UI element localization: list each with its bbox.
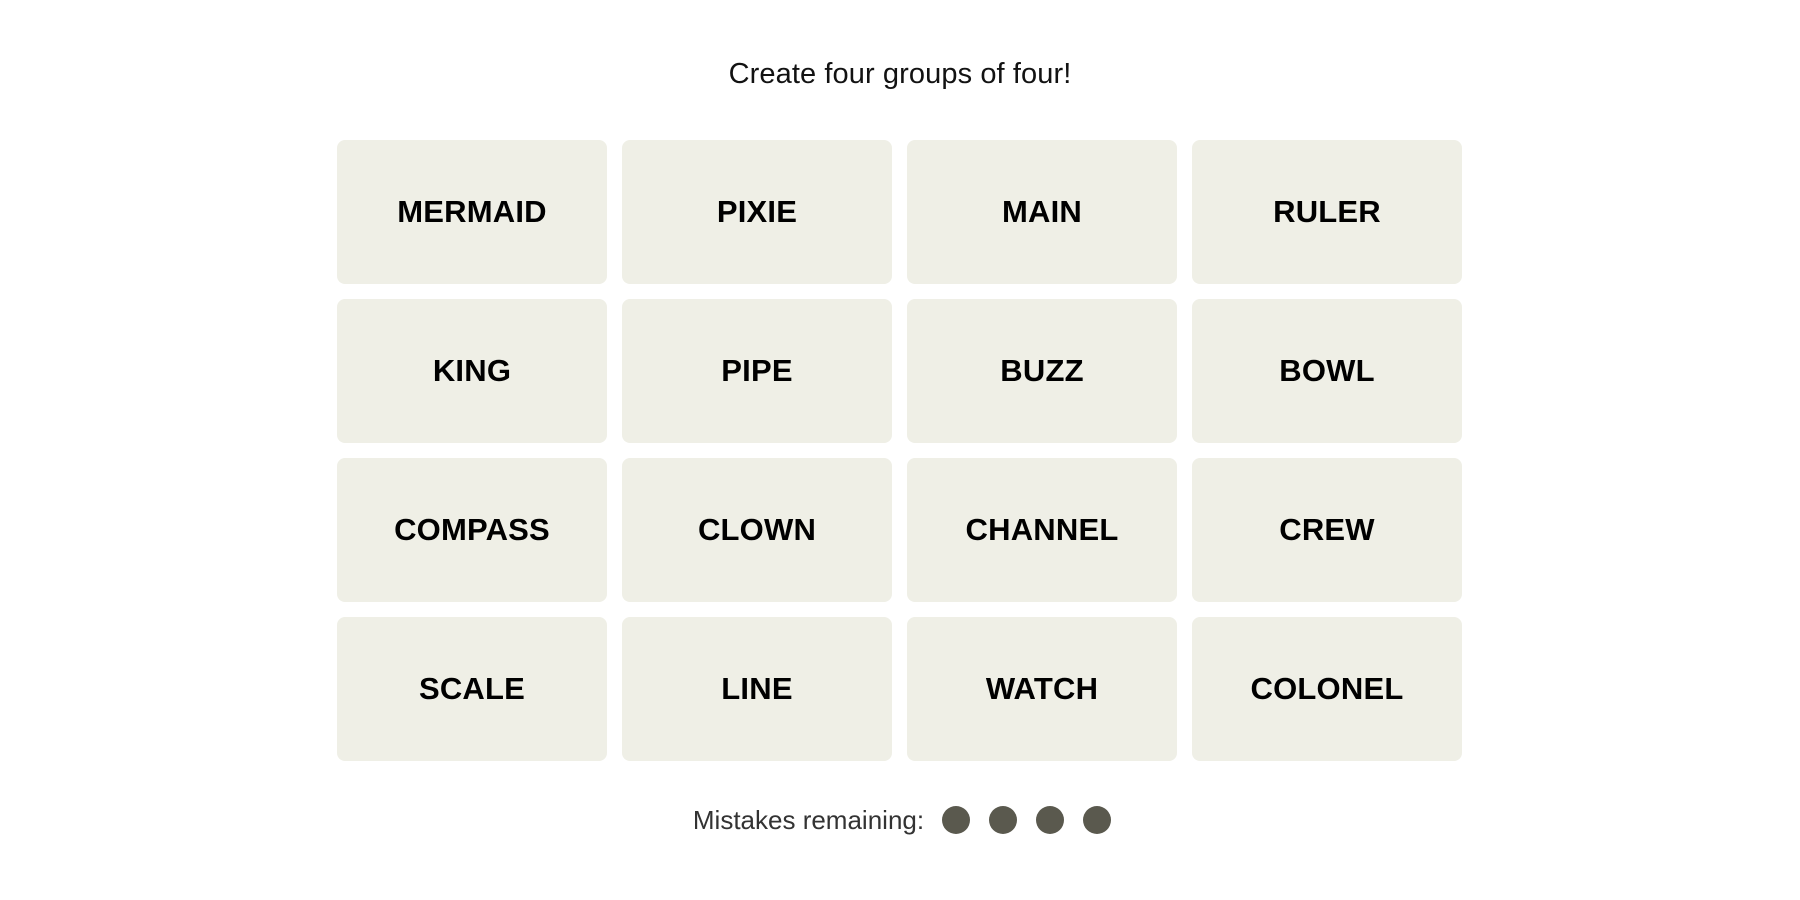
mistakes-remaining: Mistakes remaining: <box>0 800 1800 840</box>
word-tile[interactable]: LINE <box>622 617 892 761</box>
word-tile[interactable]: BUZZ <box>907 299 1177 443</box>
mistake-dots <box>942 806 1112 834</box>
word-tile[interactable]: RULER <box>1192 140 1462 284</box>
word-tile[interactable]: CHANNEL <box>907 458 1177 602</box>
mistake-dot <box>989 806 1018 834</box>
word-tile[interactable]: SCALE <box>337 617 607 761</box>
mistake-dot <box>1083 806 1112 834</box>
word-tile[interactable]: CLOWN <box>622 458 892 602</box>
mistakes-label: Mistakes remaining: <box>692 804 925 835</box>
word-tile[interactable]: PIPE <box>622 299 892 443</box>
word-tile[interactable]: WATCH <box>907 617 1177 761</box>
word-tile[interactable]: COLONEL <box>1192 617 1462 761</box>
mistake-dot <box>942 806 971 834</box>
word-tile[interactable]: BOWL <box>1192 299 1462 443</box>
word-tile[interactable]: KING <box>337 299 607 443</box>
word-tile[interactable]: MERMAID <box>337 140 607 284</box>
word-grid: MERMAID PIXIE MAIN RULER KING PIPE BUZZ … <box>337 140 1463 761</box>
word-tile[interactable]: CREW <box>1192 458 1462 602</box>
mistake-dot <box>1036 806 1065 834</box>
word-tile[interactable]: COMPASS <box>337 458 607 602</box>
page-title: Create four groups of four! <box>728 58 1072 90</box>
word-tile[interactable]: MAIN <box>907 140 1177 284</box>
word-tile[interactable]: PIXIE <box>622 140 892 284</box>
